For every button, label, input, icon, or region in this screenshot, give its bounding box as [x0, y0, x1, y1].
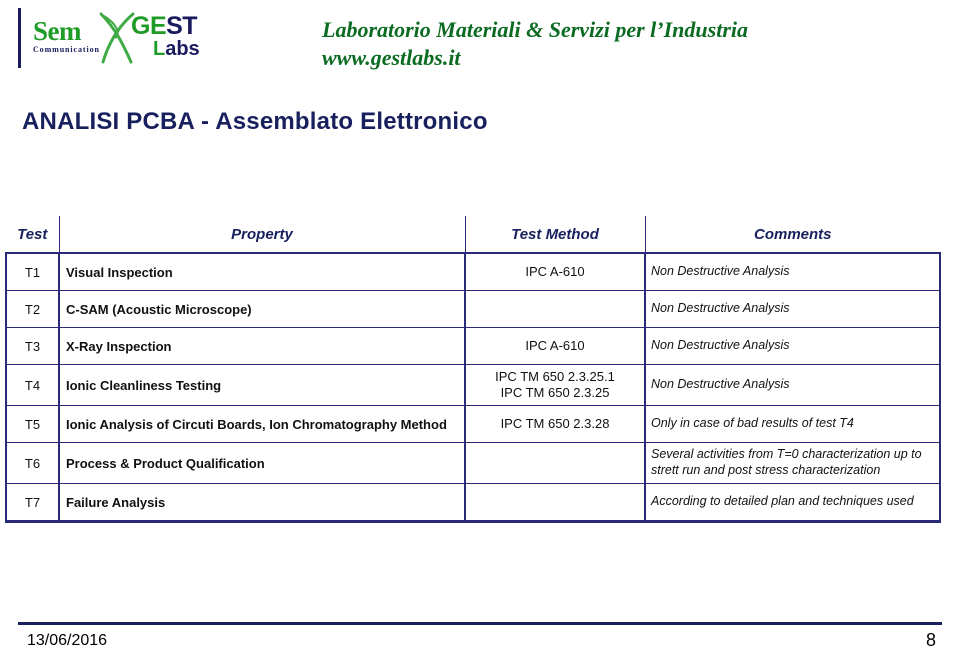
comment-line: strett run and post stress characterizat… — [651, 463, 881, 477]
table-row: T1 Visual Inspection IPC A-610 Non Destruct… — [5, 252, 941, 291]
table-row: T5 Ionic Analysis of Circuti Boards, Ion … — [5, 405, 941, 443]
cell-property: X-Ray Inspection — [58, 327, 466, 365]
table-row: T4 Ionic Cleanliness Testing IPC TM 650 2.… — [5, 364, 941, 406]
sem-wordmark: Sem — [33, 16, 81, 46]
sem-logo-text: Sem Communication — [33, 18, 100, 54]
cell-comments: Non Destructive Analysis — [644, 327, 941, 365]
method-line: IPC A-610 — [525, 337, 585, 353]
analysis-table-container: Test Property Test Method Comments T1 Vis… — [5, 216, 941, 523]
cell-test-method: IPC TM 650 2.3.25.1 IPC TM 650 2.3.25 — [464, 364, 646, 406]
cell-test-id: T6 — [5, 442, 60, 484]
column-header-method: Test Method — [464, 216, 646, 254]
cell-property: Ionic Analysis of Circuti Boards, Ion Ch… — [58, 405, 466, 443]
lab-tagline: Laboratorio Materiali & Servizi per l’In… — [322, 17, 748, 42]
comment-line: According to detailed plan and technique… — [651, 494, 914, 509]
cell-property: C-SAM (Acoustic Microscope) — [58, 290, 466, 328]
table-header-row: Test Property Test Method Comments — [6, 216, 940, 254]
method-line: IPC TM 650 2.3.28 — [500, 415, 610, 431]
cell-test-method: IPC A-610 — [464, 252, 646, 291]
sem-tagline: Communication — [33, 45, 100, 54]
footer-page-number: 8 — [925, 630, 936, 650]
slide-header: Sem Communication GEST Labs Laboratorio … — [0, 0, 960, 92]
cell-property: Ionic Cleanliness Testing — [58, 364, 466, 406]
cell-test-id: T2 — [5, 290, 60, 328]
cell-property: Failure Analysis — [58, 483, 466, 523]
cell-comments: Only in case of bad results of test T4 — [644, 405, 941, 443]
labs-l-part: L — [153, 37, 166, 60]
table-row: T3 X-Ray Inspection IPC A-610 Non Destructi… — [5, 327, 941, 365]
gest-ge-part: GE — [131, 12, 167, 40]
column-header-comments: Comments — [644, 216, 940, 254]
labs-abs-part: abs — [165, 37, 200, 60]
comment-line: Non Destructive Analysis — [651, 301, 790, 316]
cell-property: Visual Inspection — [58, 252, 466, 291]
comment-line: Non Destructive Analysis — [651, 338, 790, 353]
column-header-test: Test — [6, 216, 60, 254]
table-body: T1 Visual Inspection IPC A-610 Non Destruct… — [5, 252, 941, 523]
gest-word: GEST — [131, 12, 200, 40]
lab-website: www.gestlabs.it — [322, 45, 461, 71]
table-row: T2 C-SAM (Acoustic Microscope) Non Destruc… — [5, 290, 941, 328]
cell-test-id: T4 — [5, 364, 60, 406]
gest-st-part: ST — [166, 12, 198, 40]
footer-divider — [18, 622, 942, 625]
comment-line: Several activities from T=0 characteriza… — [651, 447, 922, 462]
cell-comments: Non Destructive Analysis — [644, 252, 941, 291]
cell-test-method: IPC A-610 — [464, 327, 646, 365]
cell-test-method — [464, 442, 646, 484]
cell-comments: Non Destructive Analysis — [644, 364, 941, 406]
cell-test-id: T7 — [5, 483, 60, 523]
footer-date: 13/06/2016 — [27, 632, 108, 649]
method-line: IPC TM 650 2.3.25 — [500, 385, 610, 400]
table-row: T6 Process & Product Qualification Several… — [5, 442, 941, 484]
cell-test-id: T3 — [5, 327, 60, 365]
cell-test-id: T5 — [5, 405, 60, 443]
comment-line: Non Destructive Analysis — [651, 264, 790, 279]
cell-comments: According to detailed plan and technique… — [644, 483, 941, 523]
comment-line: Non Destructive Analysis — [651, 377, 790, 392]
table-header: Test Property Test Method Comments — [6, 216, 940, 254]
method-line: IPC TM 650 2.3.25.1 — [495, 368, 615, 384]
method-line: IPC A-610 — [525, 263, 585, 279]
labs-word: Labs — [153, 37, 200, 60]
cell-test-id: T1 — [5, 252, 60, 291]
cell-comments: Non Destructive Analysis — [644, 290, 941, 328]
table-row: T7 Failure Analysis According to detailed … — [5, 483, 941, 523]
company-logo: Sem Communication GEST Labs — [18, 8, 210, 68]
comment-line: Only in case of bad results of test T4 — [651, 416, 854, 431]
cell-test-method: IPC TM 650 2.3.28 — [464, 405, 646, 443]
analysis-table: Test Property Test Method Comments T1 Vis… — [5, 216, 941, 523]
header-title-block: Laboratorio Materiali & Servizi per l’In… — [322, 16, 748, 72]
page-title: ANALISI PCBA - Assemblato Elettronico — [22, 108, 488, 135]
cell-test-method — [464, 290, 646, 328]
cell-comments: Several activities from T=0 characteriza… — [644, 442, 941, 484]
gest-labs-wordmark: GEST Labs — [131, 12, 200, 60]
cell-test-method — [464, 483, 646, 523]
column-header-property: Property — [58, 216, 466, 254]
cell-property: Process & Product Qualification — [58, 442, 466, 484]
